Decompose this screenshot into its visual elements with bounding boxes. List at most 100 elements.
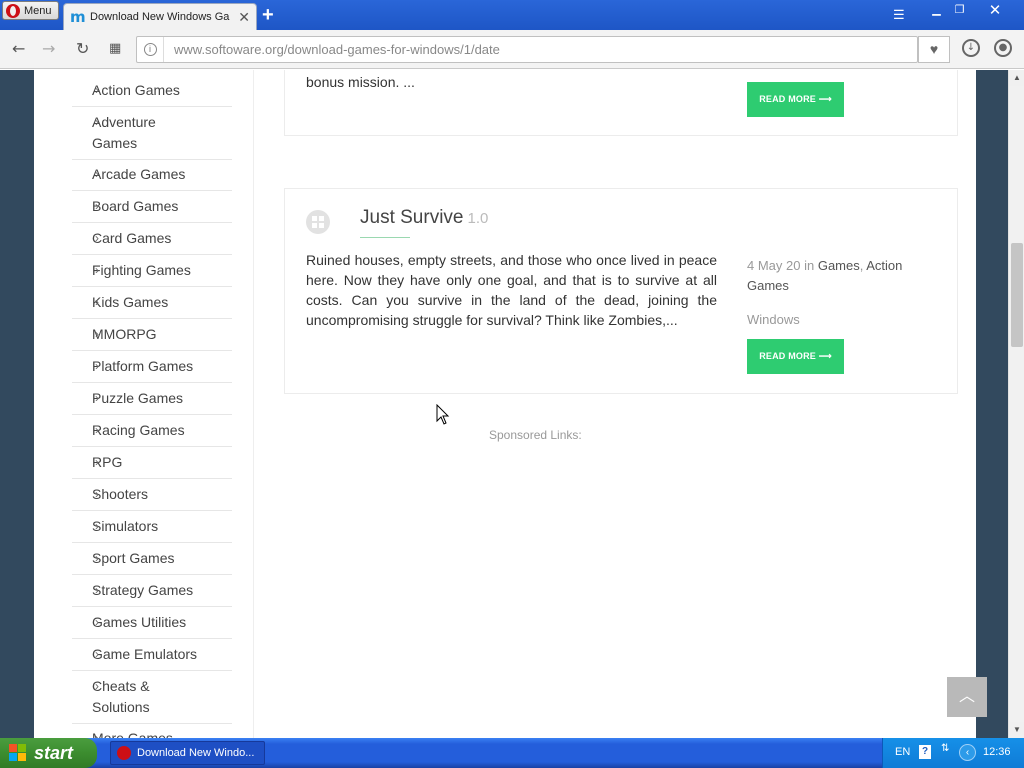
category-label: Platform Games xyxy=(92,358,194,374)
chevron-right-icon: › xyxy=(95,679,99,693)
read-more-button[interactable]: READ MORE ⟶ xyxy=(747,339,844,374)
read-more-button[interactable]: READ MORE ⟶ xyxy=(747,82,844,117)
language-indicator[interactable]: EN xyxy=(895,746,910,758)
category-label: Cheats & Solutions xyxy=(92,678,150,715)
game-platform: Windows xyxy=(747,312,800,327)
tab-title: Download New Windows Games xyxy=(90,11,230,23)
game-description: Ruined houses, empty streets, and those … xyxy=(306,252,717,328)
site-info-icon[interactable]: i xyxy=(137,37,164,62)
category-label: Strategy Games xyxy=(92,582,194,598)
sidebar-item-games-utilities[interactable]: › Games Utilities xyxy=(72,607,232,639)
scrollbar-thumb[interactable] xyxy=(1011,243,1023,347)
sidebar-item-mmorpg[interactable]: › MMORPG xyxy=(72,319,232,351)
chevron-right-icon: › xyxy=(95,647,99,661)
game-excerpt: bonus mission. ... xyxy=(306,74,415,90)
minimize-icon[interactable]: ▁ xyxy=(926,3,947,18)
page-scrollbar[interactable]: ▲ ▼ xyxy=(1008,70,1024,738)
sidebar-item-action-games[interactable]: › Action Games xyxy=(72,75,232,107)
opera-menu-button[interactable]: Menu xyxy=(2,1,59,20)
category-label: Shooters xyxy=(92,486,149,502)
sidebar-item-simulators[interactable]: › Simulators xyxy=(72,511,232,543)
site-favicon-icon: m xyxy=(70,8,86,26)
start-button[interactable]: start xyxy=(0,738,97,768)
game-card: Just Survive 1.0 Ruined houses, empty str… xyxy=(284,188,958,394)
task-label: Download New Windo... xyxy=(137,747,255,759)
category-link-games[interactable]: Games xyxy=(818,258,860,273)
chevron-right-icon: › xyxy=(95,487,99,501)
chevron-right-icon: › xyxy=(95,231,99,245)
url-text[interactable]: www.softoware.org/download-games-for-win… xyxy=(164,42,500,57)
scroll-up-arrow-icon[interactable]: ▲ xyxy=(1009,70,1024,86)
sidebar-item-card-games[interactable]: › Card Games xyxy=(72,223,232,255)
sidebar-item-adventure-games[interactable]: › Adventure Games xyxy=(72,107,232,160)
account-icon[interactable]: ● xyxy=(994,39,1012,57)
category-label: Fighting Games xyxy=(92,262,191,278)
chevron-up-icon: ︿ xyxy=(958,688,975,705)
game-meta: 4 May 20 in Games, Action Games xyxy=(747,256,927,296)
category-label: Game Emulators xyxy=(92,646,198,662)
chevron-right-icon: › xyxy=(95,327,99,341)
title-underline xyxy=(360,237,410,238)
game-card-previous: bonus mission. ... READ MORE ⟶ xyxy=(284,70,958,136)
game-title[interactable]: Just Survive xyxy=(360,207,463,228)
browser-tab[interactable]: m Download New Windows Games ✕ xyxy=(63,3,257,30)
new-tab-icon[interactable]: + xyxy=(262,4,274,27)
system-tray: EN ? ⇅ ‹ 12:36 xyxy=(882,738,1024,768)
taskbar-item-browser[interactable]: Download New Windo... xyxy=(110,741,265,765)
show-hidden-icons-icon[interactable]: ‹ xyxy=(959,744,976,761)
speed-dial-icon[interactable]: ▦ xyxy=(109,41,121,56)
sidebar-item-more-games[interactable]: › More Games xyxy=(72,723,232,738)
restore-icon[interactable]: ❐ xyxy=(949,3,970,18)
sidebar-item-puzzle-games[interactable]: › Puzzle Games xyxy=(72,383,232,415)
download-icon[interactable]: ↓ xyxy=(962,39,980,57)
help-icon[interactable]: ? xyxy=(919,745,931,759)
opera-logo-icon xyxy=(6,3,20,18)
reload-icon[interactable]: ↻ xyxy=(76,39,89,58)
back-icon[interactable]: ← xyxy=(12,39,25,58)
chevron-right-icon: › xyxy=(95,391,99,405)
category-label: Kids Games xyxy=(92,294,169,310)
category-label: More Games xyxy=(92,730,173,738)
address-bar[interactable]: i www.softoware.org/download-games-for-w… xyxy=(136,36,918,63)
category-label: Card Games xyxy=(92,230,172,246)
start-label: start xyxy=(34,743,74,763)
sidebar-item-kids-games[interactable]: › Kids Games xyxy=(72,287,232,319)
close-window-icon[interactable]: ✕ xyxy=(972,3,1018,18)
chevron-right-icon: › xyxy=(95,551,99,565)
chevron-right-icon: › xyxy=(95,83,99,97)
mouse-cursor-icon xyxy=(436,404,450,425)
sidebar-item-fighting-games[interactable]: › Fighting Games xyxy=(72,255,232,287)
sidebar-item-board-games[interactable]: › Board Games xyxy=(72,191,232,223)
category-label: Racing Games xyxy=(92,422,185,438)
sidebar-item-cheats-solutions[interactable]: › Cheats & Solutions xyxy=(72,671,232,724)
scroll-down-arrow-icon[interactable]: ▼ xyxy=(1009,722,1024,738)
category-label: Sport Games xyxy=(92,550,175,566)
scroll-to-top-button[interactable]: ︿ xyxy=(947,677,987,717)
sidebar-item-sport-games[interactable]: › Sport Games xyxy=(72,543,232,575)
network-icon[interactable]: ⇅ xyxy=(941,743,949,754)
category-label: Board Games xyxy=(92,198,179,214)
chevron-right-icon: › xyxy=(95,731,99,738)
sidebar-item-shooters[interactable]: › Shooters xyxy=(72,479,232,511)
category-label: Adventure Games xyxy=(92,114,156,151)
chevron-right-icon: › xyxy=(95,615,99,629)
windows-taskbar: start Download New Windo... EN ? ⇅ ‹ 12:… xyxy=(0,738,1024,768)
sidebar-item-arcade-games[interactable]: › Arcade Games xyxy=(72,159,232,191)
sidebar-item-game-emulators[interactable]: › Game Emulators xyxy=(72,639,232,671)
sidebar-item-strategy-games[interactable]: › Strategy Games xyxy=(72,575,232,607)
bookmark-heart-icon[interactable]: ♥ xyxy=(918,36,950,63)
chevron-right-icon: › xyxy=(95,199,99,213)
forward-icon[interactable]: → xyxy=(42,39,55,58)
game-title-link[interactable]: Just Survive 1.0 xyxy=(360,207,488,229)
game-version: 1.0 xyxy=(467,210,489,227)
category-label: Action Games xyxy=(92,82,180,98)
sidebar-item-racing-games[interactable]: › Racing Games xyxy=(72,415,232,447)
tab-close-icon[interactable]: ✕ xyxy=(238,9,250,26)
category-label: MMORPG xyxy=(92,326,157,342)
category-label: Games Utilities xyxy=(92,614,187,630)
chevron-right-icon: › xyxy=(95,455,99,469)
browser-titlebar: Menu m Download New Windows Games ✕ + ☰ … xyxy=(0,0,1024,30)
sidebar-item-rpg[interactable]: › RPG xyxy=(72,447,232,479)
tab-menu-icon[interactable]: ☰ xyxy=(893,7,905,23)
sidebar-item-platform-games[interactable]: › Platform Games xyxy=(72,351,232,383)
